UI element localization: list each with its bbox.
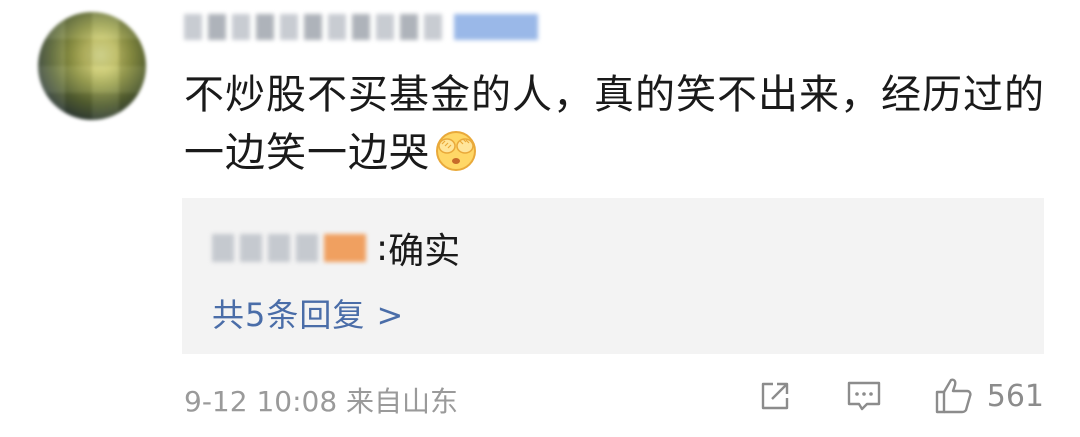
reply-button[interactable] bbox=[845, 378, 883, 414]
avatar[interactable] bbox=[38, 12, 146, 120]
reply-separator: : bbox=[376, 227, 389, 269]
comment-icon bbox=[845, 378, 883, 414]
like-button[interactable]: 561 bbox=[933, 376, 1044, 416]
comment-meta: 9-12 10:08 来自山东 bbox=[184, 385, 459, 418]
comment-body: 不炒股不买基金的人，真的笑不出来，经历过的一边笑一边哭 bbox=[184, 66, 1054, 182]
reply-line: : 确实 bbox=[212, 222, 460, 274]
user-badge bbox=[454, 14, 538, 40]
view-replies-link[interactable]: 共5条回复 > bbox=[212, 290, 404, 336]
like-count: 561 bbox=[986, 378, 1044, 414]
share-button[interactable] bbox=[757, 378, 793, 414]
reply-user-badge bbox=[324, 234, 366, 262]
username-redacted[interactable] bbox=[184, 14, 538, 40]
face-covering-eyes-emoji-icon bbox=[434, 128, 478, 172]
comment-card: 不炒股不买基金的人，真的笑不出来，经历过的一边笑一边哭 : 确实 共5条回复 >… bbox=[0, 0, 1080, 437]
reply-text: 确实 bbox=[388, 231, 461, 272]
comment-actions: 561 bbox=[757, 376, 1044, 416]
reply-username-redacted[interactable] bbox=[212, 234, 366, 262]
comment-text: 不炒股不买基金的人，真的笑不出来，经历过的一边笑一边哭 bbox=[184, 72, 1045, 176]
share-icon bbox=[757, 378, 793, 414]
reply-preview[interactable]: : 确实 共5条回复 > bbox=[182, 198, 1044, 354]
like-icon bbox=[933, 376, 975, 416]
